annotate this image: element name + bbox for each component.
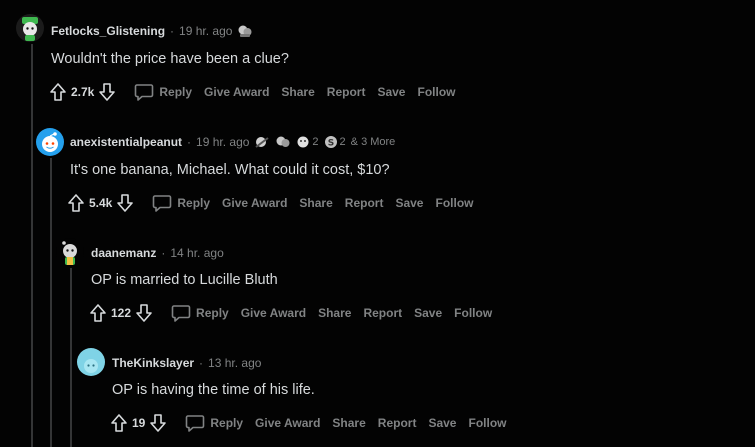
give-award-button[interactable]: Give Award [204, 85, 269, 99]
follow-button[interactable]: Follow [417, 85, 455, 99]
award-icon [297, 136, 309, 148]
avatar[interactable] [77, 348, 105, 376]
comment-timestamp[interactable]: 13 hr. ago [208, 356, 261, 370]
give-award-button[interactable]: Give Award [222, 196, 287, 210]
snoo-avatar-icon [84, 359, 98, 373]
share-button[interactable]: Share [318, 306, 351, 320]
comment-timestamp[interactable]: 19 hr. ago [196, 135, 249, 149]
comment-author[interactable]: Fetlocks_Glistening [51, 24, 165, 38]
comment-bubble-icon [186, 415, 205, 432]
downvote-icon[interactable] [135, 303, 153, 323]
comment-timestamp[interactable]: 14 hr. ago [170, 246, 223, 260]
follow-button[interactable]: Follow [435, 196, 473, 210]
award-icon [255, 137, 270, 148]
save-button[interactable]: Save [377, 85, 405, 99]
award-icon [238, 25, 252, 37]
avatar[interactable] [36, 128, 64, 156]
reply-button[interactable]: Reply [152, 194, 210, 212]
share-button[interactable]: Share [299, 196, 332, 210]
vote-controls: 122 [89, 303, 153, 323]
reply-label: Reply [177, 196, 211, 210]
reply-button[interactable]: Reply [171, 304, 229, 322]
thread-line-level-1[interactable] [50, 158, 52, 447]
comment-author[interactable]: TheKinkslayer [112, 356, 194, 370]
report-button[interactable]: Report [345, 196, 384, 210]
reply-button[interactable]: Reply [134, 83, 192, 101]
comment-body: OP is married to Lucille Bluth [91, 272, 278, 288]
comment-body: Wouldn't the price have been a clue? [51, 51, 289, 67]
reply-label: Reply [210, 416, 244, 430]
upvote-icon[interactable] [49, 82, 67, 102]
downvote-icon[interactable] [149, 413, 167, 433]
comment-author[interactable]: daanemanz [91, 246, 156, 260]
downvote-icon[interactable] [116, 193, 134, 213]
silver-coin-icon: S [324, 136, 337, 149]
vote-score: 2.7k [71, 85, 95, 99]
vote-score: 122 [111, 306, 132, 320]
comment-timestamp[interactable]: 19 hr. ago [179, 24, 232, 38]
thread-line-level-0[interactable] [31, 44, 33, 447]
save-button[interactable]: Save [428, 416, 456, 430]
award-badge[interactable] [275, 135, 291, 149]
award-badge[interactable] [237, 24, 253, 38]
reply-label: Reply [159, 85, 193, 99]
save-button[interactable]: Save [395, 196, 423, 210]
comment-author[interactable]: anexistentialpeanut [70, 135, 182, 149]
follow-button[interactable]: Follow [468, 416, 506, 430]
more-awards-link[interactable]: & 3 More [351, 136, 396, 148]
downvote-icon[interactable] [98, 82, 116, 102]
snoo-avatar-icon [22, 17, 38, 41]
follow-button[interactable]: Follow [454, 306, 492, 320]
vote-controls: 19 [110, 413, 167, 433]
report-button[interactable]: Report [378, 416, 417, 430]
comment-body: OP is having the time of his life. [112, 382, 315, 398]
award-count: 2 [339, 136, 346, 148]
award-icon [276, 136, 290, 147]
meta-separator: · [161, 246, 166, 260]
comment-bubble-icon [153, 195, 172, 212]
report-button[interactable]: Report [363, 306, 402, 320]
award-badge[interactable]: S 2 [324, 135, 346, 149]
share-button[interactable]: Share [281, 85, 314, 99]
snoo-avatar-icon [42, 132, 58, 152]
avatar[interactable] [56, 238, 84, 266]
report-button[interactable]: Report [327, 85, 366, 99]
reply-label: Reply [196, 306, 229, 320]
svg-text:S: S [327, 139, 333, 149]
vote-controls: 2.7k [49, 82, 116, 102]
vote-score: 5.4k [89, 196, 113, 210]
meta-separator: · [187, 135, 192, 149]
meta-separator: · [170, 24, 175, 38]
save-button[interactable]: Save [414, 306, 442, 320]
give-award-button[interactable]: Give Award [241, 306, 306, 320]
comment-bubble-icon [135, 84, 154, 101]
comment-body: It's one banana, Michael. What could it … [70, 162, 390, 178]
award-badge[interactable]: 2 [296, 135, 319, 149]
share-button[interactable]: Share [332, 416, 365, 430]
vote-controls: 5.4k [67, 193, 134, 213]
upvote-icon[interactable] [67, 193, 85, 213]
reply-button[interactable]: Reply [185, 414, 243, 432]
comment-bubble-icon [171, 305, 191, 322]
award-badge[interactable] [254, 135, 270, 149]
vote-score: 19 [132, 416, 146, 430]
award-count: 2 [312, 136, 319, 148]
give-award-button[interactable]: Give Award [255, 416, 320, 430]
avatar[interactable] [16, 14, 44, 42]
snoo-avatar-icon [62, 241, 77, 265]
upvote-icon[interactable] [89, 303, 107, 323]
upvote-icon[interactable] [110, 413, 128, 433]
thread-line-level-2[interactable] [70, 268, 72, 447]
meta-separator: · [199, 356, 204, 370]
